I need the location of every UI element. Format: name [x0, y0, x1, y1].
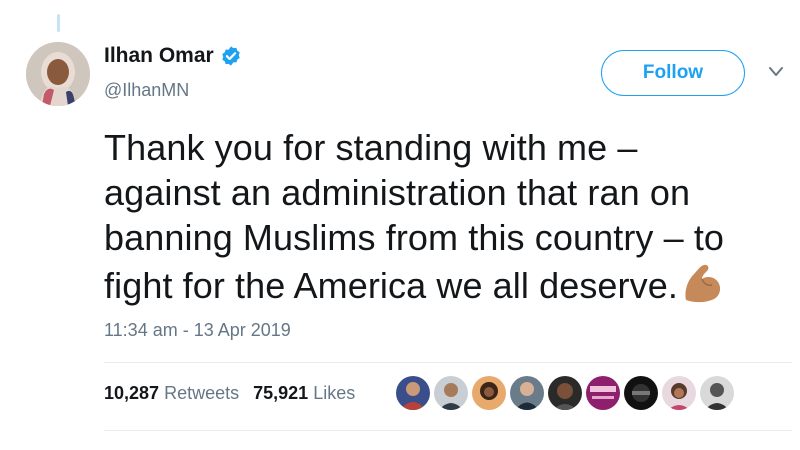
tweet-text-line: fight for the America we all deserve.	[104, 265, 678, 306]
liker-avatar[interactable]	[662, 376, 696, 410]
verified-badge-icon	[220, 45, 242, 67]
liker-avatar[interactable]	[586, 376, 620, 410]
liker-avatar[interactable]	[548, 376, 582, 410]
tweet-card: Ilhan Omar @IlhanMN Follow Thank you for…	[0, 0, 800, 450]
liker-avatar[interactable]	[472, 376, 506, 410]
tweet-text: Thank you for standing with me – against…	[104, 125, 784, 308]
likes-count: 75,921	[253, 383, 309, 403]
avatar[interactable]	[26, 42, 90, 106]
tweet-text-line: banning Muslims from this country – to	[104, 217, 725, 258]
liker-avatar[interactable]	[510, 376, 544, 410]
tweet-timestamp[interactable]: 11:34 am - 13 Apr 2019	[104, 320, 291, 341]
tweet-text-line: Thank you for standing with me –	[104, 127, 638, 168]
follow-button[interactable]: Follow	[601, 50, 745, 96]
likes-stat[interactable]: 75,921 Likes	[253, 383, 355, 404]
divider	[104, 430, 792, 431]
display-name[interactable]: Ilhan Omar	[104, 44, 214, 68]
chevron-down-icon[interactable]	[766, 64, 786, 80]
tweet-text-line: against an administration that ran on	[104, 172, 691, 213]
flexed-biceps-emoji-icon	[680, 260, 726, 304]
retweets-stat[interactable]: 10,287 Retweets	[104, 383, 239, 404]
engagement-stats: 10,287 Retweets 75,921 Likes	[104, 383, 355, 404]
retweets-count: 10,287	[104, 383, 160, 403]
liker-avatar[interactable]	[700, 376, 734, 410]
liker-avatar[interactable]	[434, 376, 468, 410]
divider	[104, 362, 792, 363]
thread-connector-line	[57, 14, 60, 32]
liker-avatars	[396, 376, 734, 410]
liker-avatar[interactable]	[396, 376, 430, 410]
user-handle[interactable]: @IlhanMN	[104, 80, 189, 101]
likes-label: Likes	[313, 383, 356, 403]
retweets-label: Retweets	[164, 383, 240, 403]
liker-avatar[interactable]	[624, 376, 658, 410]
